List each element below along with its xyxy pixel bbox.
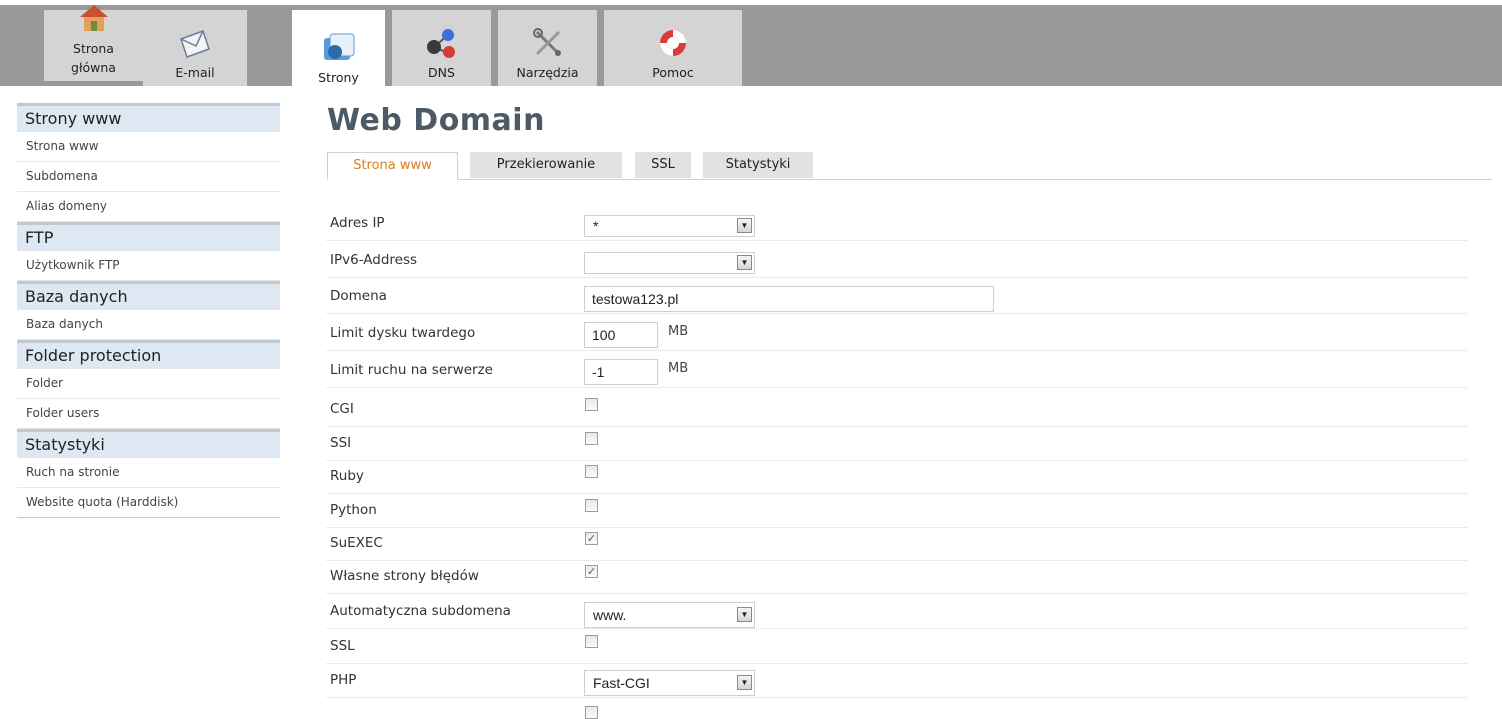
suexec-label: SuEXEC (330, 535, 383, 551)
domain-label: Domena (330, 288, 387, 304)
form-row-auto-subdomain: Automatyczna subdomena www. ▼ (327, 598, 1467, 629)
envelope-icon (177, 25, 213, 61)
nav-tab-sites-label: Strony (318, 70, 359, 85)
cgi-checkbox[interactable] (585, 398, 598, 411)
error-pages-checkbox[interactable]: ✓ (585, 565, 598, 578)
content-tabs: Strona www Przekierowanie SSL Statystyki (327, 152, 1492, 180)
form-row-ssi: SSI (327, 430, 1467, 461)
nav-tab-home-label-2: główna (71, 60, 116, 75)
php-select[interactable]: Fast-CGI ▼ (584, 670, 755, 696)
nav-tab-tools[interactable]: Narzędzia (498, 10, 597, 86)
nav-tab-dns[interactable]: DNS (392, 10, 491, 86)
ssl-checkbox[interactable] (585, 635, 598, 648)
ssi-checkbox[interactable] (585, 432, 598, 445)
disk-limit-unit: MB (668, 324, 689, 339)
sites-icon (321, 30, 357, 66)
nav-tab-email[interactable]: E-mail (143, 10, 247, 86)
traffic-limit-label: Limit ruchu na serwerze (330, 362, 493, 378)
nav-tab-dns-label: DNS (428, 65, 455, 80)
form-row-ssl: SSL (327, 633, 1467, 664)
php-select-value: Fast-CGI (593, 675, 650, 691)
sidebar-item-folder-users[interactable]: Folder users (17, 399, 280, 429)
disk-limit-input[interactable] (584, 322, 658, 348)
domain-input[interactable] (584, 286, 994, 312)
nav-tab-home-label-1: Strona (73, 41, 114, 56)
sidebar-item-folder[interactable]: Folder (17, 369, 280, 399)
php-label: PHP (330, 672, 357, 688)
sidebar-heading-statistics: Statystyki (17, 429, 280, 458)
sidebar-item-traffic[interactable]: Ruch na stronie (17, 458, 280, 488)
sidebar-item-database[interactable]: Baza danych (17, 310, 280, 340)
form-row-ip: Adres IP * ▼ (327, 210, 1467, 241)
page-title: Web Domain (327, 103, 545, 138)
disk-limit-label: Limit dysku twardego (330, 325, 476, 341)
form-row-domain: Domena (327, 283, 1467, 314)
nav-tab-help[interactable]: Pomoc (604, 10, 742, 86)
python-checkbox[interactable] (585, 499, 598, 512)
nav-tab-email-label: E-mail (175, 65, 215, 80)
sidebar-item-ftp-user[interactable]: Użytkownik FTP (17, 251, 280, 281)
nav-tab-sites[interactable]: Strony (292, 10, 385, 91)
auto-subdomain-label: Automatyczna subdomena (330, 603, 511, 619)
suexec-checkbox[interactable]: ✓ (585, 532, 598, 545)
ssi-label: SSI (330, 435, 352, 451)
ssl-label: SSL (330, 638, 355, 654)
traffic-limit-unit: MB (668, 361, 689, 376)
form-row-ruby: Ruby (327, 463, 1467, 494)
form-row-cgi: CGI (327, 396, 1467, 427)
ip-select-value: * (593, 218, 599, 234)
nav-tab-home[interactable]: Strona główna (44, 5, 143, 81)
python-label: Python (330, 502, 377, 518)
nav-tab-help-label: Pomoc (652, 65, 694, 80)
error-pages-label: Własne strony błędów (330, 568, 479, 584)
form-row-ipv6: IPv6-Address ▼ (327, 247, 1467, 278)
ip-select[interactable]: * ▼ (584, 215, 755, 237)
tab-redirect[interactable]: Przekierowanie (470, 152, 622, 178)
sidebar-item-domain-alias[interactable]: Alias domeny (17, 192, 280, 222)
sidebar-heading-ftp: FTP (17, 222, 280, 251)
form-row-python: Python (327, 497, 1467, 528)
lifebuoy-icon (655, 25, 691, 61)
dropdown-arrow-icon: ▼ (737, 255, 752, 270)
tab-website[interactable]: Strona www (327, 152, 458, 180)
ipv6-label: IPv6-Address (330, 252, 418, 268)
sidebar-item-subdomain[interactable]: Subdomena (17, 162, 280, 192)
sidebar-item-website-quota[interactable]: Website quota (Harddisk) (17, 488, 280, 518)
cgi-label: CGI (330, 401, 354, 417)
ipv6-select[interactable]: ▼ (584, 252, 755, 274)
auto-subdomain-value: www. (593, 607, 627, 623)
dropdown-arrow-icon: ▼ (737, 607, 752, 622)
form-row-suexec: SuEXEC ✓ (327, 530, 1467, 561)
sidebar-heading-database: Baza danych (17, 281, 280, 310)
tools-icon (530, 25, 566, 61)
ruby-label: Ruby (330, 468, 364, 484)
home-icon (76, 1, 112, 37)
nav-tab-tools-label: Narzędzia (516, 65, 579, 80)
ruby-checkbox[interactable] (585, 465, 598, 478)
sidebar-item-website[interactable]: Strona www (17, 132, 280, 162)
sidebar-heading-folder-protection: Folder protection (17, 340, 280, 369)
ip-label: Adres IP (330, 215, 385, 231)
sidebar-heading-websites: Strony www (17, 103, 280, 132)
network-icon (424, 25, 460, 61)
dropdown-arrow-icon: ▼ (737, 675, 752, 690)
dropdown-arrow-icon: ▼ (737, 218, 752, 233)
traffic-limit-input[interactable] (584, 359, 658, 385)
tab-ssl[interactable]: SSL (635, 152, 691, 178)
form-row-disk-limit: Limit dysku twardego MB (327, 320, 1467, 351)
sidebar: Strony www Strona www Subdomena Alias do… (17, 103, 280, 518)
top-navigation: Strona główna E-mail Strony DNS Narzędzi… (0, 5, 1502, 91)
tab-statistics[interactable]: Statystyki (703, 152, 813, 178)
form-row-php: PHP Fast-CGI ▼ (327, 667, 1467, 698)
form-row-error-pages: Własne strony błędów ✓ (327, 563, 1467, 594)
form-row-traffic-limit: Limit ruchu na serwerze MB (327, 357, 1467, 388)
auto-subdomain-select[interactable]: www. ▼ (584, 602, 755, 628)
